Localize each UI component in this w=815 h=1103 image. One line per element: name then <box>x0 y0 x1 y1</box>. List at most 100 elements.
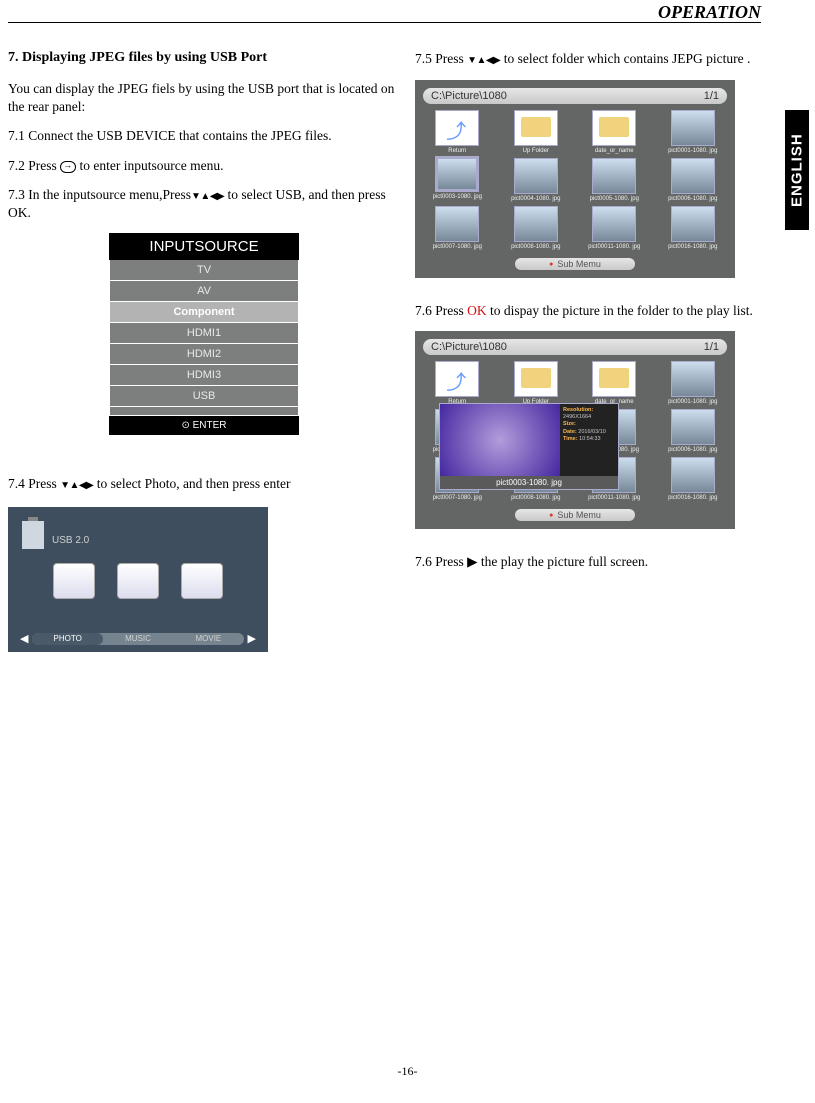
source-icon <box>60 161 76 173</box>
inputsource-menu: INPUTSOURCE TVAVComponentHDMI1HDMI2HDMI3… <box>109 233 299 435</box>
thumb-label: pict0008-1080. jpg <box>502 244 571 250</box>
inputsource-item[interactable]: Component <box>109 302 299 323</box>
thumb-cell[interactable]: pict00011-1080. jpg <box>580 206 649 250</box>
thumb-label: Return <box>423 148 492 154</box>
thumb-cell[interactable]: pict0003-1080. jpg <box>423 158 492 202</box>
folder-browser-preview: C:\Picture\1080 1/1 ReturnUp Folderdate_… <box>415 331 735 529</box>
thumb-label: pict0016-1080. jpg <box>659 244 728 250</box>
media-tab[interactable]: MUSIC <box>103 633 173 645</box>
img-thumb[interactable] <box>592 206 636 242</box>
thumb-cell[interactable]: date_or_name <box>580 361 649 405</box>
thumb-label: pict0016-1080. jpg <box>659 495 728 501</box>
img-thumb[interactable] <box>592 158 636 194</box>
thumb-label: pict0001-1080. jpg <box>659 148 728 154</box>
path-bar: C:\Picture\1080 1/1 <box>423 88 727 104</box>
intro-text: You can display the JPEG fiels by using … <box>8 80 400 115</box>
path-text: C:\Picture\1080 <box>431 90 507 102</box>
arrow-keys-icon: ▼▲◀▶ <box>60 480 93 491</box>
thumb-cell[interactable]: pict0016-1080. jpg <box>659 457 728 501</box>
thumb-label: Up Folder <box>502 148 571 154</box>
photo-thumb[interactable] <box>53 563 95 599</box>
nav-right-icon[interactable]: ▶ <box>244 632 260 645</box>
media-tab[interactable]: MOVIE <box>173 633 243 645</box>
img-thumb[interactable] <box>435 206 479 242</box>
thumb-label: date_or_name <box>580 148 649 154</box>
usb-icon <box>22 521 44 549</box>
thumb-label: pict0007-1080. jpg <box>423 244 492 250</box>
inputsource-title: INPUTSOURCE <box>109 233 299 260</box>
preview-popup: Resolution: 2496X1664 Size: Date: 2016/0… <box>439 403 619 490</box>
header-rule <box>8 22 761 23</box>
thumb-cell[interactable]: pict0001-1080. jpg <box>659 110 728 154</box>
media-tab[interactable]: PHOTO <box>32 633 102 645</box>
music-thumb[interactable] <box>117 563 159 599</box>
img-thumb[interactable] <box>671 158 715 194</box>
page-indicator: 1/1 <box>704 341 719 353</box>
inputsource-item[interactable]: USB <box>109 386 299 407</box>
thumb-label: pict0001-1080. jpg <box>659 399 728 405</box>
preview-metadata: Resolution: 2496X1664 Size: Date: 2016/0… <box>560 404 618 446</box>
page-indicator: 1/1 <box>704 90 719 102</box>
thumb-cell[interactable]: pict0005-1080. jpg <box>580 158 649 202</box>
folder-browser: C:\Picture\1080 1/1 Return Up Folder date_… <box>415 80 735 278</box>
img-thumb[interactable] <box>514 158 558 194</box>
sub-menu-button[interactable]: Sub Memu <box>515 258 635 270</box>
thumb-cell[interactable]: Return <box>423 361 492 405</box>
return-thumb[interactable] <box>435 110 479 146</box>
step-7-6: 7.6 Press OK to dispay the picture in th… <box>415 302 755 320</box>
inputsource-item[interactable]: AV <box>109 281 299 302</box>
thumb-cell[interactable]: pict0004-1080. jpg <box>502 158 571 202</box>
page-number: -16- <box>0 1064 815 1079</box>
img-thumb[interactable] <box>671 457 715 493</box>
thumb-label: pict0006-1080. jpg <box>659 447 728 453</box>
thumb-cell[interactable]: pict0008-1080. jpg <box>502 206 571 250</box>
folder-thumb[interactable] <box>514 110 558 146</box>
thumb-cell[interactable]: date_or_name <box>580 110 649 154</box>
thumb-label: pict0004-1080. jpg <box>502 196 571 202</box>
section-title: 7. Displaying JPEG files by using USB Po… <box>8 50 400 66</box>
preview-image <box>440 404 560 476</box>
inputsource-item[interactable]: HDMI3 <box>109 365 299 386</box>
inputsource-item[interactable] <box>109 407 299 416</box>
thumb-label: pict0008-1080. jpg <box>502 495 571 501</box>
thumb-cell[interactable]: Up Folder <box>502 110 571 154</box>
ok-key: OK <box>467 303 487 318</box>
path-text: C:\Picture\1080 <box>431 341 507 353</box>
thumb-cell[interactable]: Up Folder <box>502 361 571 405</box>
play-icon: ▶ <box>467 554 477 569</box>
inputsource-item[interactable]: HDMI1 <box>109 323 299 344</box>
preview-caption: pict0003-1080. jpg <box>440 476 618 489</box>
thumb-label: pict0003-1080. jpg <box>423 194 492 200</box>
step-7-2: 7.2 Press to enter inputsource menu. <box>8 157 400 175</box>
movie-thumb[interactable] <box>181 563 223 599</box>
page-header: OPERATION <box>658 2 761 23</box>
img-thumb[interactable] <box>671 110 715 146</box>
thumb-label: pict0007-1080. jpg <box>423 495 492 501</box>
nav-left-icon[interactable]: ◀ <box>16 632 32 645</box>
thumb-cell[interactable]: pict0016-1080. jpg <box>659 206 728 250</box>
sub-menu-button[interactable]: Sub Memu <box>515 509 635 521</box>
img-thumb[interactable] <box>671 206 715 242</box>
arrow-keys-icon: ▼▲◀▶ <box>467 55 500 66</box>
thumb-cell[interactable]: pict0007-1080. jpg <box>423 206 492 250</box>
thumb-cell[interactable]: pict0006-1080. jpg <box>659 409 728 453</box>
img-thumb[interactable] <box>514 206 558 242</box>
inputsource-item[interactable]: TV <box>109 260 299 281</box>
folder-thumb[interactable] <box>592 361 636 397</box>
thumb-cell[interactable]: Return <box>423 110 492 154</box>
thumb-cell[interactable]: pict0001-1080. jpg <box>659 361 728 405</box>
folder-thumb[interactable] <box>592 110 636 146</box>
step-7-1: 7.1 Connect the USB DEVICE that contains… <box>8 127 400 145</box>
folder-thumb[interactable] <box>514 361 558 397</box>
img-thumb[interactable] <box>435 156 479 192</box>
img-thumb[interactable] <box>671 409 715 445</box>
img-thumb[interactable] <box>671 361 715 397</box>
return-thumb[interactable] <box>435 361 479 397</box>
path-bar: C:\Picture\1080 1/1 <box>423 339 727 355</box>
thumb-cell[interactable]: pict0006-1080. jpg <box>659 158 728 202</box>
step-7-5: 7.5 Press ▼▲◀▶ to select folder which co… <box>415 50 755 68</box>
thumb-label: pict00011-1080. jpg <box>580 244 649 250</box>
inputsource-item[interactable]: HDMI2 <box>109 344 299 365</box>
step-7-6c: 7.6 Press ▶ the play the picture full sc… <box>415 553 755 571</box>
thumb-label: pict0005-1080. jpg <box>580 196 649 202</box>
